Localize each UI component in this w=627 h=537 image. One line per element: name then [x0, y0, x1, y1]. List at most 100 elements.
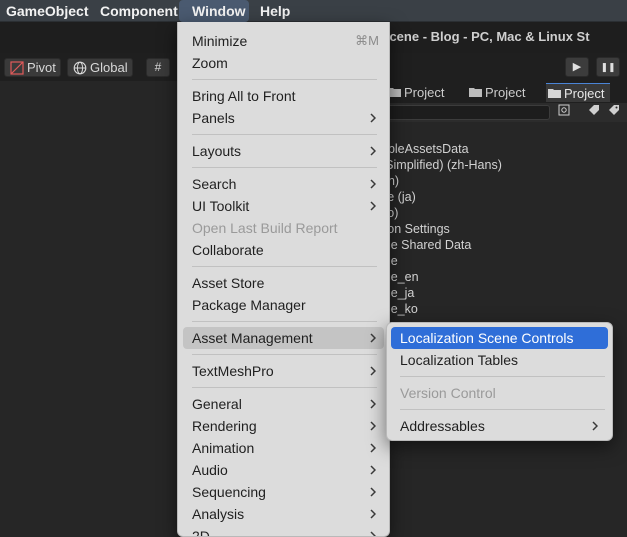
grid-snap-button[interactable]: #	[146, 58, 170, 77]
menu-item-rendering[interactable]: Rendering	[183, 415, 384, 437]
menu-item-panels[interactable]: Panels	[183, 107, 384, 129]
label-icon[interactable]	[586, 104, 602, 120]
menu-item-open-last-build-report: Open Last Build Report	[192, 220, 338, 236]
menu-item-general[interactable]: General	[183, 393, 384, 415]
menu-item-search[interactable]: Search	[183, 173, 384, 195]
chevron-right-icon	[370, 366, 376, 376]
tab-project-3[interactable]: Project	[546, 83, 611, 102]
menu-item-audio[interactable]: Audio	[183, 459, 384, 481]
chevron-right-icon	[370, 465, 376, 475]
submenu-item-addressables[interactable]: Addressables	[391, 415, 608, 437]
menu-item-textmeshpro[interactable]: TextMeshPro	[183, 360, 384, 382]
pivot-label: Pivot	[27, 60, 56, 75]
menu-separator	[192, 167, 377, 168]
chevron-right-icon	[370, 443, 376, 453]
pause-icon: ❚❚	[600, 62, 616, 72]
menu-item-label: Audio	[192, 462, 228, 478]
menu-item-label: Minimize	[192, 33, 248, 49]
menu-item-ui-toolkit[interactable]: UI Toolkit	[183, 195, 384, 217]
play-button[interactable]: ▶	[565, 57, 589, 77]
chevron-right-icon	[370, 179, 376, 189]
menu-item-asset-store[interactable]: Asset Store	[183, 272, 384, 294]
tag-icon[interactable]	[606, 104, 622, 120]
project-search-input[interactable]	[380, 105, 550, 120]
menu-item-minimize[interactable]: Minimize ⌘M	[183, 30, 384, 52]
menu-item-label: Animation	[192, 440, 255, 456]
chevron-right-icon	[370, 333, 376, 343]
list-item[interactable]: (Simplified) (zh-Hans)	[381, 157, 502, 173]
editor-window-title: pleScene - Blog - PC, Mac & Linux St	[362, 29, 590, 44]
menu-separator	[192, 266, 377, 267]
submenu-item-label: Addressables	[400, 418, 485, 434]
menu-item-sequencing[interactable]: Sequencing	[183, 481, 384, 503]
menu-separator	[192, 134, 377, 135]
menu-bar: GameObject Component Window Help	[0, 0, 627, 22]
global-label: Global	[90, 60, 128, 75]
grid-icon: #	[154, 60, 162, 74]
list-item[interactable]: ble	[381, 253, 502, 269]
list-item[interactable]: en)	[381, 173, 502, 189]
menu-item-analysis[interactable]: Analysis	[183, 503, 384, 525]
menu-item-2d[interactable]: 2D	[183, 525, 384, 537]
menu-separator	[400, 376, 605, 377]
menu-separator	[192, 354, 377, 355]
menu-separator	[192, 387, 377, 388]
chevron-right-icon	[592, 421, 598, 431]
list-item[interactable]: ble_en	[381, 269, 502, 285]
play-icon: ▶	[572, 61, 582, 73]
asset-management-submenu: Localization Scene Controls Localization…	[386, 322, 613, 441]
menu-item-label: Analysis	[192, 506, 245, 522]
chevron-right-icon	[370, 201, 376, 211]
menu-item-bring-all-to-front[interactable]: Bring All to Front	[183, 85, 384, 107]
global-button[interactable]: Global	[67, 58, 133, 77]
menu-item-label: Sequencing	[192, 484, 266, 500]
menu-item-label: Search	[192, 176, 237, 192]
menu-item-label: TextMeshPro	[192, 363, 274, 379]
tab-project-2[interactable]: Project	[467, 83, 525, 102]
pivot-icon	[10, 61, 24, 75]
menu-item-label: General	[192, 396, 242, 412]
menu-component[interactable]: Component	[94, 0, 184, 22]
tab-project-3-label: Project	[564, 86, 605, 101]
filter-icon[interactable]	[556, 104, 572, 120]
submenu-item-localization-scene-controls[interactable]: Localization Scene Controls	[391, 327, 608, 349]
menu-item-asset-management[interactable]: Asset Management	[183, 327, 384, 349]
menu-item-animation[interactable]: Animation	[183, 437, 384, 459]
menu-item-collaborate[interactable]: Collaborate	[183, 239, 384, 261]
pause-button[interactable]: ❚❚	[596, 57, 620, 77]
chevron-right-icon	[370, 421, 376, 431]
list-item[interactable]: tion Settings	[381, 221, 502, 237]
chevron-right-icon	[370, 113, 376, 123]
menu-item-label: Layouts	[192, 143, 242, 159]
menu-separator	[192, 79, 377, 80]
menu-item-label: 2D	[192, 528, 210, 537]
tab-project-1-label: Project	[404, 85, 445, 100]
pivot-button[interactable]: Pivot	[4, 58, 61, 77]
list-item[interactable]: ableAssetsData	[381, 141, 502, 157]
menu-item-label: UI Toolkit	[192, 198, 250, 214]
project-asset-list: ableAssetsData (Simplified) (zh-Hans) en…	[381, 141, 502, 317]
menu-separator	[192, 321, 377, 322]
window-menu: Minimize ⌘M Zoom Bring All to Front Pane…	[177, 22, 390, 537]
submenu-item-localization-tables[interactable]: Localization Tables	[391, 349, 608, 371]
list-item[interactable]: ko)	[381, 205, 502, 221]
menu-item-package-manager[interactable]: Package Manager	[183, 294, 384, 316]
list-item[interactable]: ble_ko	[381, 301, 502, 317]
list-item[interactable]: se (ja)	[381, 189, 502, 205]
chevron-right-icon	[370, 509, 376, 519]
menu-gameobject[interactable]: GameObject	[0, 0, 94, 22]
menu-help[interactable]: Help	[254, 0, 296, 22]
menu-item-label: Rendering	[192, 418, 257, 434]
menu-item-zoom[interactable]: Zoom	[183, 52, 384, 74]
menu-item-layouts[interactable]: Layouts	[183, 140, 384, 162]
globe-icon	[73, 61, 87, 75]
list-item[interactable]: ble_ja	[381, 285, 502, 301]
submenu-item-version-control: Version Control	[400, 385, 496, 401]
menu-window[interactable]: Window	[179, 0, 249, 22]
menu-separator	[400, 409, 605, 410]
list-item[interactable]: ble Shared Data	[381, 237, 502, 253]
tab-project-1[interactable]: Project	[386, 83, 444, 102]
chevron-right-icon	[370, 399, 376, 409]
chevron-right-icon	[370, 531, 376, 536]
tab-project-2-label: Project	[485, 85, 526, 100]
